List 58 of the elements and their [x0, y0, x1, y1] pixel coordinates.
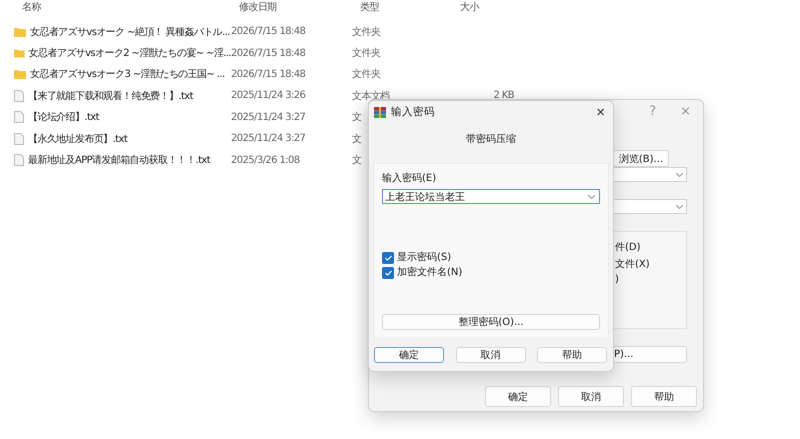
file-type: 文件夹 [352, 26, 380, 39]
option-label[interactable]: 件(D) [615, 240, 641, 254]
browse-button[interactable]: 浏览(B)... [613, 150, 669, 167]
document-icon [14, 90, 24, 102]
modified-date: 2026/7/15 18:48 [231, 48, 306, 59]
checkbox-label[interactable]: 加密文件名(N) [397, 265, 462, 279]
chevron-icon [588, 195, 595, 199]
dialog-button[interactable]: P)... [613, 346, 687, 363]
file-type: 文件夹 [352, 68, 380, 82]
file-name[interactable]: 女忍者アズサvsオーク3 ~淫獣たちの王国~ ... [30, 67, 225, 82]
checkbox-label[interactable]: 显示密码(S) [397, 250, 452, 264]
checkbox[interactable] [382, 266, 394, 278]
folder-icon [14, 48, 25, 58]
chevron-icon [676, 172, 683, 176]
modified-date: 2025/11/24 3:27 [231, 133, 306, 144]
check-icon [384, 270, 392, 276]
file-name[interactable]: 女忍者アズサvsオーク2 ~淫獣たちの宴~ ~淫... [28, 46, 231, 60]
document-icon [14, 111, 24, 124]
dialog-title: 输入密码 [391, 105, 436, 119]
file-name[interactable]: 女忍者アズサvsオーク ~絶頂！ 異種姦バトル... [30, 24, 230, 39]
modified-date: 2025/11/24 3:27 [231, 112, 306, 123]
file-name[interactable]: 【永久地址发布页】.txt [28, 132, 128, 146]
dialog-button[interactable]: 帮助 [631, 386, 697, 407]
file-type: 文件夹 [352, 46, 380, 60]
column-header[interactable]: 大小 [452, 0, 479, 14]
modified-date: 2026/7/15 18:48 [231, 26, 306, 38]
file-type: 文 [352, 132, 362, 146]
check-icon [384, 254, 392, 260]
document-icon [14, 132, 24, 145]
file-type: 文 [352, 154, 362, 168]
chevron-icon [676, 204, 683, 208]
dialog-button[interactable]: 取消 [456, 347, 526, 363]
modified-date: 2026/7/15 18:48 [231, 68, 306, 80]
file-size: 2 KB [493, 90, 514, 102]
option-label[interactable]: 文件(X) [615, 257, 650, 271]
dialog-button[interactable]: 取消 [558, 386, 624, 407]
file-name[interactable]: 【来了就能下载和观看！纯免费！】.txt [28, 88, 193, 103]
modified-date: 2025/11/24 3:26 [231, 90, 306, 102]
file-name[interactable]: 【论坛介绍】.txt [28, 110, 99, 124]
file-name[interactable]: 最新地址及APP请发邮箱自动获取！！！.txt [28, 153, 210, 168]
option-label[interactable]: ) [615, 274, 619, 285]
folder-icon [14, 26, 26, 37]
folder-icon [14, 69, 26, 80]
column-header[interactable]: 名称 [14, 0, 41, 14]
password-field[interactable]: 上老王论坛当老王 [382, 189, 600, 204]
checkbox[interactable] [382, 252, 394, 264]
file-type: 文 [352, 110, 362, 124]
column-header[interactable]: 类型 [352, 0, 379, 14]
dialog-button[interactable]: 帮助 [537, 347, 607, 363]
modified-date: 2025/3/26 1:08 [231, 154, 300, 166]
dialog-button[interactable]: 确定 [485, 386, 551, 407]
archive-icon [374, 106, 386, 118]
column-header[interactable]: 修改日期 [231, 0, 277, 14]
dialog-button[interactable]: 确定 [374, 347, 444, 363]
field-label: 输入密码(E) [382, 172, 436, 185]
organize-button[interactable]: 整理密码(O)... [382, 314, 600, 330]
document-icon [14, 154, 24, 166]
dialog-subtitle: 带密码压缩 [466, 134, 516, 145]
